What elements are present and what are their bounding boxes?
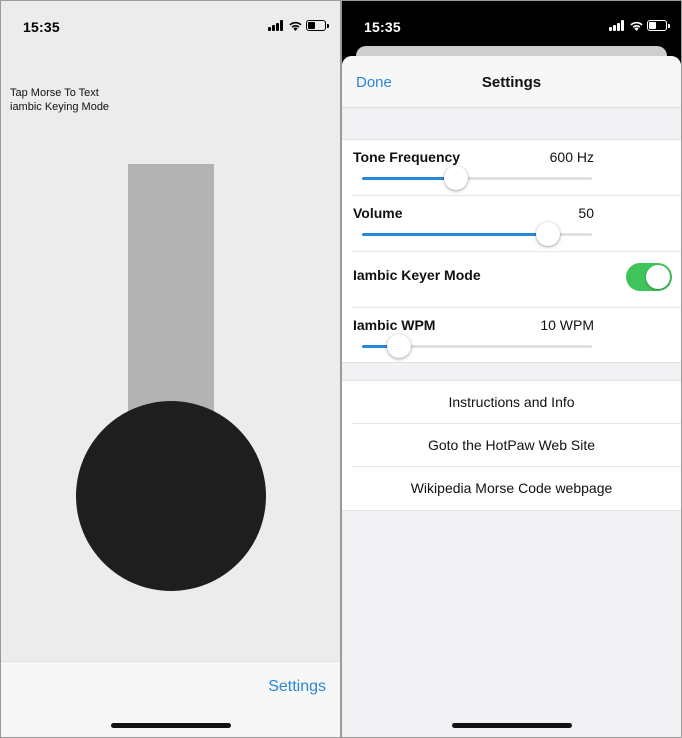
instructions-link[interactable]: Instructions and Info xyxy=(342,381,681,424)
settings-screen: 15:35 Done Settings Tone Frequency 600 H… xyxy=(342,1,681,737)
tone-frequency-label: Tone Frequency xyxy=(353,149,461,165)
iambic-wpm-label: Iambic WPM xyxy=(353,317,436,333)
morse-key-screen: 15:35 Tap Morse To Text iambic Keying Mo… xyxy=(1,1,340,737)
battery-icon xyxy=(306,20,329,31)
instructions-link-label: Instructions and Info xyxy=(448,394,575,410)
status-bar: 15:35 xyxy=(1,1,340,51)
volume-slider[interactable] xyxy=(362,220,592,248)
status-bar: 15:35 xyxy=(342,1,681,51)
hotpaw-website-link-label: Goto the HotPaw Web Site xyxy=(427,437,596,453)
mode-line-1: Tap Morse To Text xyxy=(10,87,99,99)
slider-thumb[interactable] xyxy=(386,334,411,358)
mode-description: Tap Morse To Text iambic Keying Mode xyxy=(10,86,109,114)
volume-label: Volume xyxy=(353,205,403,221)
iambic-keyer-mode-row: Iambic Keyer Mode xyxy=(342,252,681,308)
tone-frequency-row: Tone Frequency 600 Hz xyxy=(342,140,681,196)
status-icons xyxy=(609,20,670,32)
cellular-signal-icon xyxy=(268,20,284,31)
tone-frequency-slider[interactable] xyxy=(362,164,592,192)
slider-fill xyxy=(362,233,549,236)
settings-sheet: Done Settings Tone Frequency 600 Hz Volu… xyxy=(342,56,681,737)
iambic-wpm-row: Iambic WPM 10 WPM xyxy=(342,308,681,364)
morse-key-button[interactable] xyxy=(76,401,266,591)
status-time: 15:35 xyxy=(23,19,60,35)
mode-line-2: iambic Keying Mode xyxy=(10,101,110,113)
cellular-signal-icon xyxy=(609,20,625,31)
toggle-knob xyxy=(646,265,670,289)
settings-group: Tone Frequency 600 Hz Volume 50 Iambic K… xyxy=(342,139,681,363)
morse-key-stem[interactable] xyxy=(128,164,214,424)
iambic-wpm-value: 10 WPM xyxy=(540,317,594,333)
iambic-keyer-mode-toggle[interactable] xyxy=(626,263,672,291)
wifi-icon xyxy=(289,21,302,31)
home-indicator[interactable] xyxy=(110,723,231,728)
iambic-keyer-mode-label: Iambic Keyer Mode xyxy=(353,267,481,283)
navigation-bar: Done Settings xyxy=(342,56,681,108)
hotpaw-website-link[interactable]: Goto the HotPaw Web Site xyxy=(342,424,681,467)
tone-frequency-value: 600 Hz xyxy=(549,149,594,165)
slider-thumb[interactable] xyxy=(444,166,469,190)
settings-button[interactable]: Settings xyxy=(268,678,326,696)
status-icons xyxy=(268,20,329,32)
volume-row: Volume 50 xyxy=(342,196,681,252)
volume-value: 50 xyxy=(578,205,594,221)
links-group: Instructions and Info Goto the HotPaw We… xyxy=(342,380,681,511)
slider-fill xyxy=(362,177,457,180)
wikipedia-morse-link[interactable]: Wikipedia Morse Code webpage xyxy=(342,467,681,510)
battery-icon xyxy=(647,20,670,31)
iambic-wpm-slider[interactable] xyxy=(362,332,592,360)
wikipedia-morse-link-label: Wikipedia Morse Code webpage xyxy=(410,480,613,496)
home-indicator[interactable] xyxy=(451,723,572,728)
page-title: Settings xyxy=(481,74,542,91)
wifi-icon xyxy=(630,21,643,31)
screenshot: 15:35 Tap Morse To Text iambic Keying Mo… xyxy=(0,0,682,738)
slider-thumb[interactable] xyxy=(536,222,561,246)
status-time: 15:35 xyxy=(364,19,401,35)
